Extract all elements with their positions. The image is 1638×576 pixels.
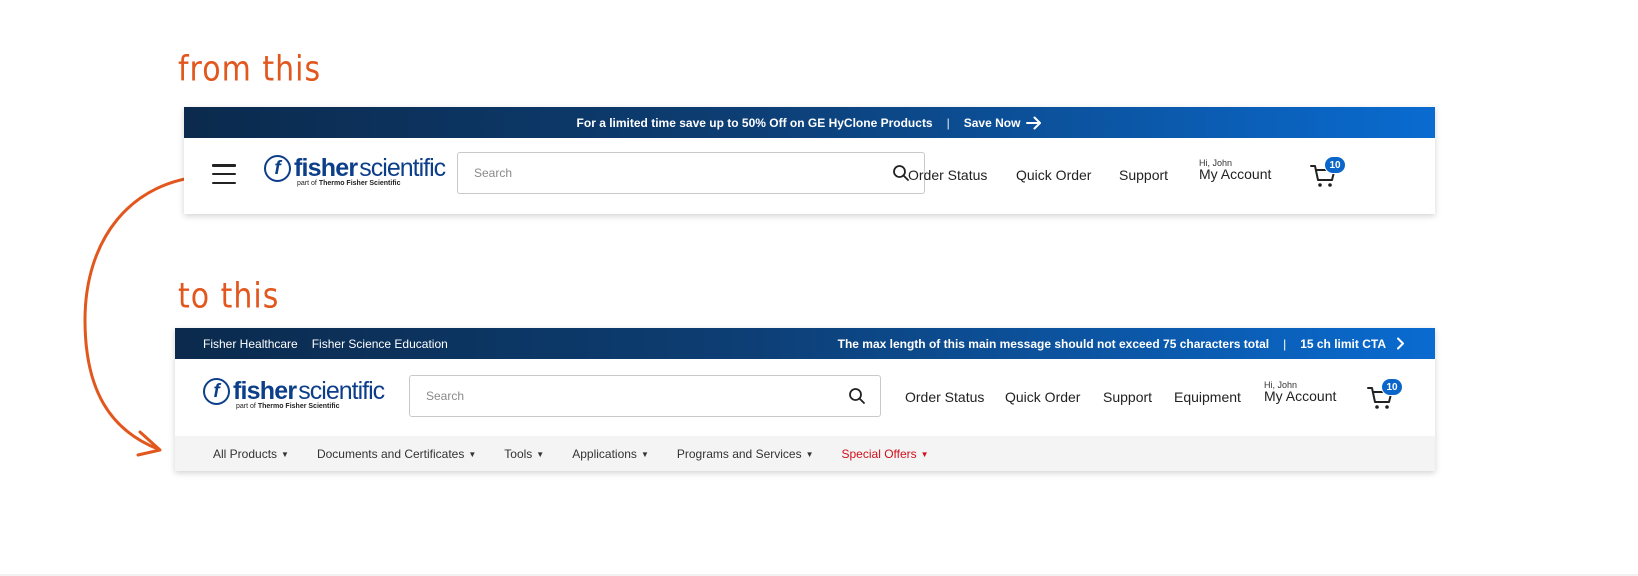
promo-cta-link[interactable]: Save Now <box>964 116 1043 130</box>
header-after: Fisher Healthcare Fisher Science Educati… <box>175 328 1435 471</box>
arrow-right-icon <box>1026 116 1042 129</box>
account-label: My Account <box>1264 388 1337 404</box>
promo-cta-label: Save Now <box>963 115 1021 130</box>
nav-support[interactable]: Support <box>1119 167 1168 183</box>
promo-message: For a limited time save up to 50% Off on… <box>576 115 933 130</box>
search-input[interactable]: Search <box>409 375 881 417</box>
chevron-down-icon: ▼ <box>805 450 814 459</box>
cart-count-badge: 10 <box>1381 378 1403 396</box>
utility-link-fisher-healthcare[interactable]: Fisher Healthcare <box>203 337 298 351</box>
category-all-products[interactable]: All Products ▼ <box>213 447 289 461</box>
utility-bar: Fisher Healthcare Fisher Science Educati… <box>175 328 1435 359</box>
cart-button[interactable]: 10 <box>1367 378 1403 412</box>
search-placeholder: Search <box>426 389 465 403</box>
chevron-down-icon: ▼ <box>536 450 545 459</box>
chevron-down-icon: ▼ <box>281 450 289 459</box>
logo-word-bold: fisher <box>233 377 297 405</box>
category-special-offers[interactable]: Special Offers ▼ <box>842 447 929 461</box>
nav-order-status[interactable]: Order Status <box>908 167 987 183</box>
logo-word-light: scientific <box>298 377 385 405</box>
promo-cta-link[interactable]: 15 ch limit CTA <box>1300 337 1405 351</box>
nav-order-status[interactable]: Order Status <box>905 389 984 405</box>
logo-word-light: scientific <box>359 154 446 182</box>
promo-separator: | <box>1283 336 1287 351</box>
utility-link-fisher-science-education[interactable]: Fisher Science Education <box>312 337 448 351</box>
search-icon[interactable] <box>848 387 866 405</box>
category-nav: All Products ▼ Documents and Certificates… <box>175 436 1435 471</box>
logo-word-bold: fisher <box>294 154 358 182</box>
fisher-scientific-logo[interactable]: f fisher scientific part of Thermo Fishe… <box>203 377 385 410</box>
hamburger-icon[interactable] <box>212 164 236 184</box>
chevron-down-icon: ▼ <box>920 450 929 459</box>
chevron-down-icon: ▼ <box>468 450 477 459</box>
promo-message: The max length of this main message shou… <box>837 336 1270 351</box>
my-account-link[interactable]: Hi, John My Account <box>1199 158 1271 182</box>
nav-equipment[interactable]: Equipment <box>1174 389 1241 405</box>
fisher-scientific-logo[interactable]: f fisher scientific part of Thermo Fishe… <box>264 154 446 187</box>
my-account-link[interactable]: Hi, John My Account <box>1264 380 1336 404</box>
logo-tagline: part of Thermo Fisher Scientific <box>236 403 340 410</box>
category-documents-and-certificates[interactable]: Documents and Certificates ▼ <box>317 447 476 461</box>
annotation-from: from this <box>178 49 322 90</box>
cart-count-badge: 10 <box>1324 156 1346 174</box>
header-before: For a limited time save up to 50% Off on… <box>184 107 1435 214</box>
fisher-f-logo-icon: f <box>203 378 230 405</box>
nav-quick-order[interactable]: Quick Order <box>1005 389 1080 405</box>
nav-support[interactable]: Support <box>1103 389 1152 405</box>
main-header: f fisher scientific part of Thermo Fishe… <box>175 359 1435 436</box>
search-input[interactable]: Search <box>457 152 925 194</box>
logo-tagline: part of Thermo Fisher Scientific <box>297 180 401 187</box>
fisher-f-logo-icon: f <box>264 155 291 182</box>
search-placeholder: Search <box>474 166 513 180</box>
category-applications[interactable]: Applications ▼ <box>572 447 649 461</box>
annotation-to: to this <box>178 276 280 317</box>
promo-separator: | <box>946 115 950 130</box>
category-tools[interactable]: Tools ▼ <box>504 447 544 461</box>
promo-cta-label: 15 ch limit CTA <box>1300 336 1386 351</box>
main-header: f fisher scientific part of Thermo Fishe… <box>184 138 1435 214</box>
cart-button[interactable]: 10 <box>1310 156 1346 190</box>
nav-quick-order[interactable]: Quick Order <box>1016 167 1091 183</box>
promo-banner[interactable]: For a limited time save up to 50% Off on… <box>184 107 1435 138</box>
category-programs-and-services[interactable]: Programs and Services ▼ <box>677 447 814 461</box>
chevron-down-icon: ▼ <box>640 450 649 459</box>
account-label: My Account <box>1199 166 1272 182</box>
chevron-right-icon <box>1397 337 1404 350</box>
